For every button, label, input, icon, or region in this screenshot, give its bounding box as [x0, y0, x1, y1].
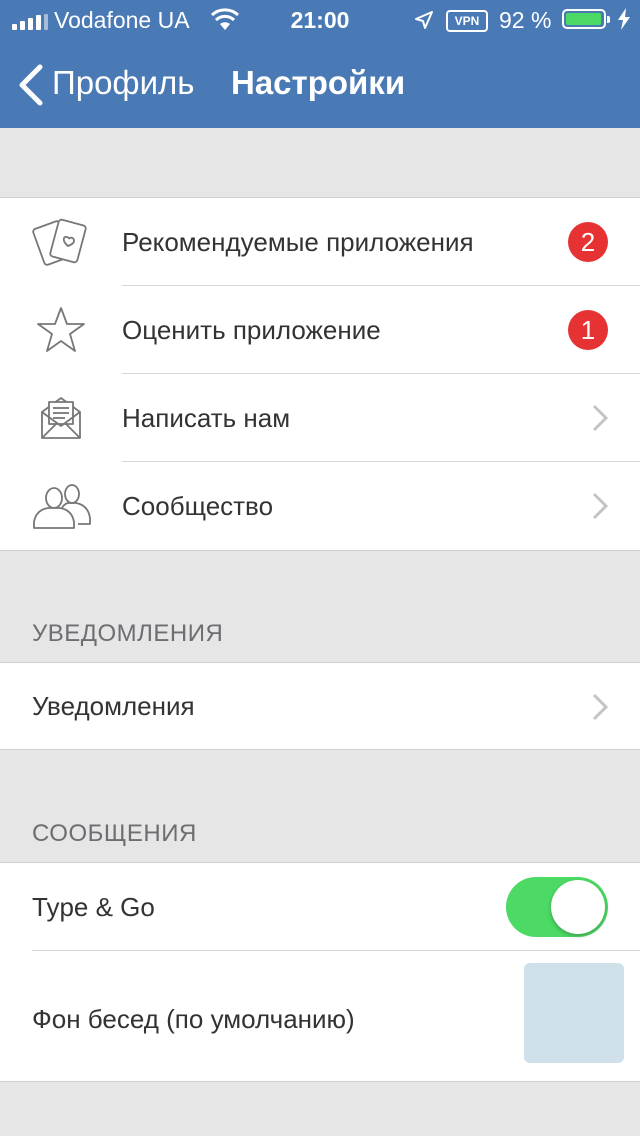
envelope-icon [41, 397, 81, 439]
status-bar: Vodafone UA 21:00 VPN 92 % [0, 0, 640, 40]
chat-background-row[interactable]: Фон бесед (по умолчанию) [0, 951, 640, 1081]
chat-background-label: Фон бесед (по умолчанию) [32, 1004, 355, 1034]
community-label: Сообщество [122, 491, 274, 521]
charging-icon [618, 8, 630, 30]
recommended-apps-label: Рекомендуемые приложения [122, 227, 474, 257]
back-button[interactable]: Профиль [52, 64, 194, 102]
recommended-apps-row[interactable]: Рекомендуемые приложения 2 [0, 198, 640, 286]
menu-group: Рекомендуемые приложения 2 Оценить прило… [0, 197, 640, 551]
location-icon [415, 11, 433, 29]
write-us-label: Написать нам [122, 403, 291, 433]
notifications-section-header: УВЕДОМЛЕНИЯ [32, 620, 224, 647]
rate-app-badge: 1 [568, 310, 608, 350]
community-row[interactable]: Сообщество [0, 462, 640, 550]
notifications-row[interactable]: Уведомления [0, 663, 640, 749]
messages-section-header: СООБЩЕНИЯ [32, 820, 197, 847]
type-go-row: Type & Go [0, 863, 640, 951]
chat-background-swatch[interactable] [524, 963, 624, 1063]
notifications-group: Уведомления [0, 662, 640, 750]
top-bar: Vodafone UA 21:00 VPN 92 % Профиль Настр… [0, 0, 640, 128]
type-go-toggle[interactable] [506, 877, 608, 937]
recommended-apps-badge: 2 [568, 222, 608, 262]
messages-group: Type & Go Фон бесед (по умолчанию) [0, 862, 640, 1082]
star-icon [37, 307, 85, 352]
rate-app-row[interactable]: Оценить приложение 1 [0, 286, 640, 374]
chevron-right-icon [592, 492, 608, 520]
users-icon [33, 484, 91, 529]
chevron-right-icon [592, 693, 608, 721]
back-chevron-icon[interactable] [16, 64, 44, 106]
write-us-row[interactable]: Написать нам [0, 374, 640, 462]
notifications-label: Уведомления [32, 691, 195, 721]
battery-icon [562, 9, 610, 29]
cards-heart-icon [32, 218, 87, 266]
chevron-right-icon [592, 404, 608, 432]
page-title: Настройки [231, 64, 406, 101]
vpn-badge: VPN [446, 10, 488, 32]
rate-app-label: Оценить приложение [122, 315, 381, 345]
type-go-label: Type & Go [32, 892, 155, 922]
battery-percent: 92 % [499, 7, 552, 33]
